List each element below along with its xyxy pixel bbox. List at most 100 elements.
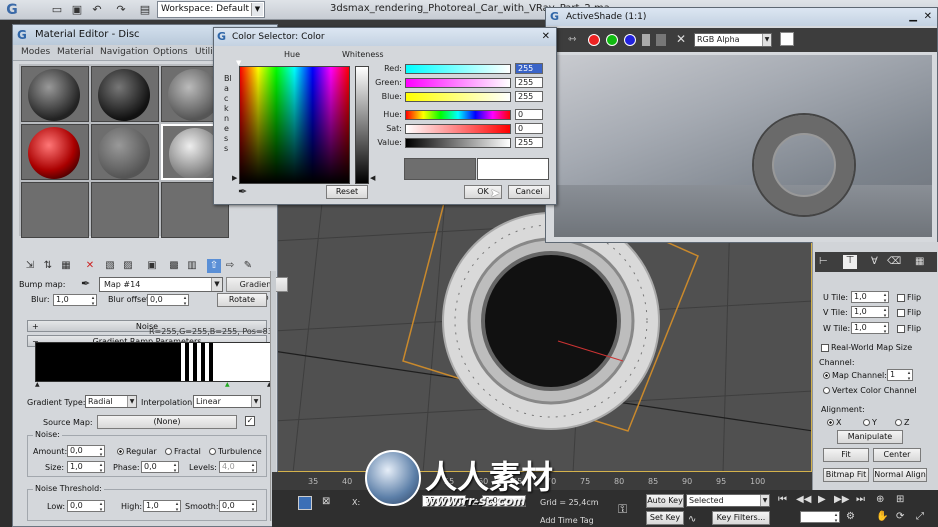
auto-key-button[interactable]: Auto Key [646, 494, 684, 508]
sample-slot[interactable] [21, 182, 89, 238]
key-selection-select[interactable]: Selected ▼ [686, 494, 770, 507]
red-field[interactable]: 255 [515, 63, 543, 74]
make-unique-icon[interactable]: ∀ [871, 256, 878, 267]
bitmap-fit-button[interactable]: Bitmap Fit [823, 468, 869, 482]
curve-icon[interactable]: ∿ [688, 514, 696, 525]
noise-type-regular[interactable]: Regular [117, 447, 157, 456]
levels-field[interactable]: 4,0 [219, 461, 257, 474]
center-button[interactable]: Center [873, 448, 921, 462]
new-file-icon[interactable]: ▭ [50, 3, 64, 17]
close-icon[interactable]: ✕ [542, 28, 550, 46]
get-material-icon[interactable]: ⇲ [23, 259, 37, 273]
zoom-all-icon[interactable]: ⊞ [896, 494, 904, 505]
eyedropper-icon[interactable]: ✒ [81, 277, 90, 290]
size-field[interactable]: 1,0 [67, 461, 105, 474]
amount-field[interactable]: 0,0 [67, 445, 105, 458]
align-y-option[interactable]: Y [863, 418, 877, 427]
go-to-start-icon[interactable]: ⏮ [778, 494, 787, 505]
maximize-viewport-icon[interactable]: ⤢ [916, 511, 924, 522]
close-icon[interactable]: ✕ [924, 8, 932, 26]
hue-field[interactable]: 0 [515, 109, 543, 120]
track-icon[interactable]: ⇿ [568, 34, 576, 45]
menu-navigation[interactable]: Navigation [100, 47, 149, 57]
green-field[interactable]: 255 [515, 77, 543, 88]
undo-icon[interactable]: ↶ [90, 3, 104, 17]
map-name-select[interactable]: Map #14 ▼ [99, 277, 223, 292]
w-flip[interactable]: Flip [897, 324, 921, 333]
value-field[interactable]: 255 [515, 137, 543, 148]
blue-channel-icon[interactable] [624, 34, 636, 46]
high-field[interactable]: 1,0 [143, 500, 181, 513]
source-map-button[interactable]: (None) [97, 415, 237, 429]
menu-options[interactable]: Options [153, 47, 188, 57]
save-icon[interactable]: ▣ [70, 3, 84, 17]
smooth-field[interactable]: 0,0 [219, 500, 257, 513]
clear-icon[interactable]: ✕ [676, 32, 686, 46]
red-slider[interactable] [405, 64, 511, 74]
menu-modes[interactable]: Modes [21, 47, 50, 57]
noise-type-fractal[interactable]: Fractal [165, 447, 201, 456]
sat-field[interactable]: 0 [515, 123, 543, 134]
cancel-button[interactable]: Cancel [508, 185, 550, 199]
sat-slider[interactable] [405, 124, 511, 134]
real-world-map-size[interactable]: Real-World Map Size [821, 343, 912, 352]
go-forward-sibling-icon[interactable]: ⇨ [223, 259, 237, 273]
u-flip[interactable]: Flip [897, 293, 921, 302]
assign-to-selection-icon[interactable]: ▦ [59, 259, 73, 273]
rotate-button[interactable]: Rotate [217, 293, 267, 307]
v-tile-field[interactable]: 1,0 [851, 306, 889, 319]
gradient-type-select[interactable]: Radial ▼ [85, 395, 137, 408]
sample-slot[interactable] [91, 124, 159, 180]
map-channel-field[interactable]: 1 [887, 369, 913, 382]
align-z-option[interactable]: Z [895, 418, 909, 427]
v-flip[interactable]: Flip [897, 308, 921, 317]
minimize-icon[interactable]: ▁ [909, 8, 917, 26]
material-id-icon[interactable]: ▣ [145, 259, 159, 273]
activeshade-titlebar[interactable]: G ActiveShade (1:1) ▁ ✕ [546, 8, 937, 26]
noise-type-turbulence[interactable]: Turbulence [209, 447, 262, 456]
phase-field[interactable]: 0,0 [141, 461, 179, 474]
hue-slider[interactable] [405, 110, 511, 120]
sample-slot[interactable] [91, 182, 159, 238]
redo-icon[interactable]: ↷ [114, 3, 128, 17]
zoom-icon[interactable]: ⊕ [876, 494, 884, 505]
project-folder-icon[interactable]: ▤ [138, 3, 152, 17]
configure-icon[interactable]: ▦ [915, 256, 924, 267]
red-channel-icon[interactable] [588, 34, 600, 46]
ramp-flags[interactable]: ▲ ▲ ▲ [35, 381, 272, 388]
blackness-pointer-icon[interactable]: ▶ [232, 174, 237, 182]
sample-slot[interactable] [21, 124, 89, 180]
vertex-color-option[interactable]: Vertex Color Channel [823, 386, 917, 395]
make-unique-icon[interactable]: ▨ [121, 259, 135, 273]
u-tile-field[interactable]: 1,0 [851, 291, 889, 304]
w-tile-field[interactable]: 1,0 [851, 322, 889, 335]
normal-align-button[interactable]: Normal Align [873, 468, 927, 482]
color-swatch[interactable] [780, 32, 794, 46]
show-in-viewport-icon[interactable]: ▩ [167, 259, 181, 273]
previous-frame-icon[interactable]: ◀◀ [796, 494, 811, 505]
pan-icon[interactable]: ✋ [876, 511, 888, 522]
reset-map-icon[interactable]: ✕ [83, 259, 97, 273]
channel-display-select[interactable]: RGB Alpha ▼ [694, 33, 772, 47]
show-end-result-icon[interactable]: ⊤ [843, 255, 857, 269]
pick-material-icon[interactable]: ✎ [241, 259, 255, 273]
flag-icon[interactable]: ▲ [35, 381, 40, 388]
value-slider[interactable] [405, 138, 511, 148]
green-channel-icon[interactable] [606, 34, 618, 46]
menu-material[interactable]: Material [57, 47, 94, 57]
gradient-ramp[interactable] [35, 342, 271, 382]
hue-pointer-icon[interactable]: ▼ [236, 59, 241, 67]
eyedropper-icon[interactable]: ✒ [238, 185, 247, 198]
color-selector-titlebar[interactable]: G Color Selector: Color ✕ [214, 28, 556, 46]
selection-lock-icon[interactable] [298, 496, 312, 510]
alpha-channel-icon[interactable] [642, 34, 650, 46]
next-frame-icon[interactable]: ▶▶ [834, 494, 849, 505]
interpolation-select[interactable]: Linear ▼ [193, 395, 261, 408]
remove-modifier-icon[interactable]: ⌫ [887, 256, 901, 267]
play-icon[interactable]: ▶ [818, 494, 826, 505]
show-end-result-icon[interactable]: ▥ [185, 259, 199, 273]
low-field[interactable]: 0,0 [67, 500, 105, 513]
map-channel-option[interactable]: Map Channel: [823, 371, 887, 380]
current-frame-field[interactable] [800, 511, 840, 524]
green-slider[interactable] [405, 78, 511, 88]
